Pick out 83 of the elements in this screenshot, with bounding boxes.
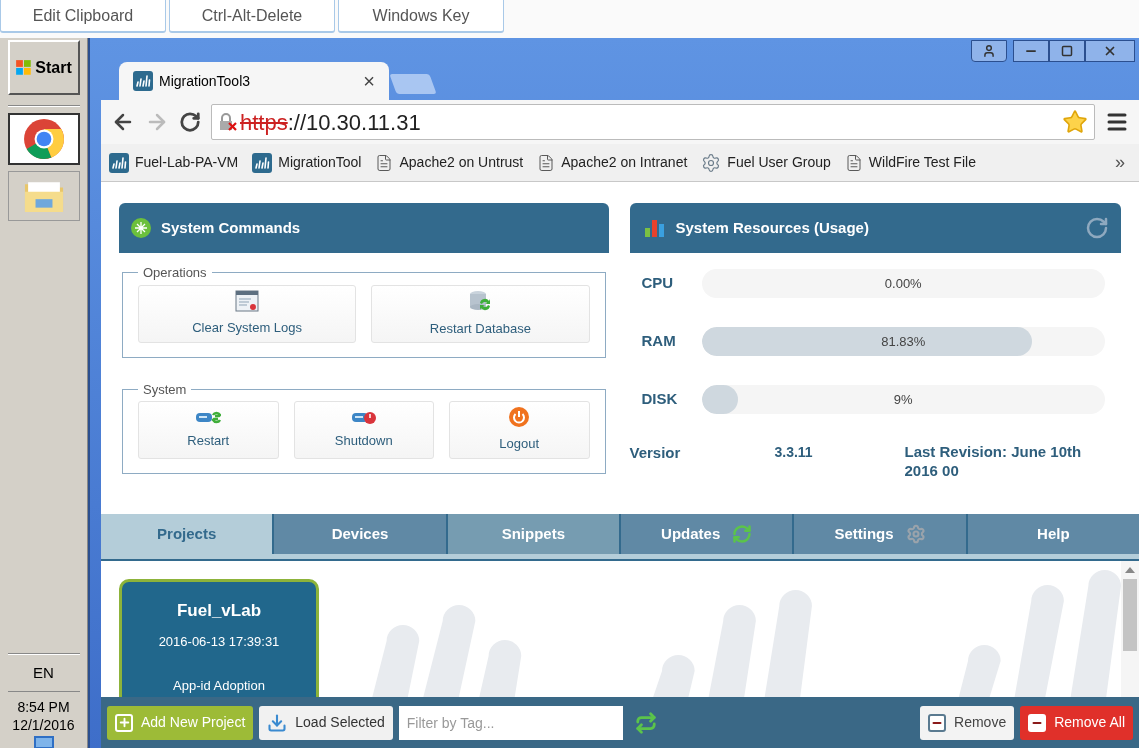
page-icon (375, 153, 394, 172)
project-card[interactable]: Fuel_vLab 2016-06-13 17:39:31 App-id Adoption (119, 579, 319, 697)
command-button[interactable]: Restart Database (371, 284, 590, 343)
maximize-button[interactable] (1049, 40, 1085, 62)
bookmark-item[interactable]: Fuel User Group (701, 152, 831, 173)
panel-title: System Commands (161, 217, 301, 238)
url-text: https://10.30.11.31 (240, 108, 421, 137)
app-logo-icon (109, 152, 129, 173)
project-tag: App-id Adoption (173, 676, 265, 696)
meter-label: CPU (641, 273, 675, 294)
browser-logo-icon (22, 118, 65, 160)
profile-button[interactable] (971, 40, 1007, 62)
page-icon (844, 153, 863, 172)
bookmark-item[interactable]: WildFire Test File (844, 152, 976, 173)
bookmark-item[interactable]: Fuel-Lab-PA-VM (109, 152, 239, 173)
tab-close-button[interactable]: × (363, 71, 375, 91)
close-icon (1103, 44, 1117, 58)
toolbar-tab[interactable]: Ctrl-Alt-Delete (169, 0, 335, 33)
windows-logo-icon (15, 58, 34, 77)
bookmark-item[interactable]: MigrationTool (252, 152, 362, 173)
scrollbar[interactable] (1121, 561, 1139, 697)
bookmark-item[interactable]: Apache2 on Untrust (375, 152, 524, 173)
app-logo-icon (252, 152, 273, 173)
meter-reading: 81.83% (880, 332, 927, 351)
bar-chart-icon (643, 218, 666, 238)
toolbar-tab[interactable]: Windows Key (338, 0, 504, 33)
power-icon (508, 406, 531, 429)
command-button[interactable]: Clear System Logs (138, 284, 357, 343)
download-icon (267, 712, 288, 733)
reload-button[interactable] (179, 111, 201, 133)
clock-date: 12/1/2016 (12, 716, 75, 734)
meter-reading: 0.00% (883, 274, 923, 293)
person-icon (982, 44, 996, 58)
monitor-icon (33, 736, 54, 748)
page-icon (537, 153, 556, 172)
gear-icon (905, 524, 926, 544)
group-legend: Operations (138, 263, 212, 283)
gear-icon (701, 152, 722, 173)
sync-icon (732, 524, 753, 544)
meter-reading: 9% (892, 390, 914, 409)
plus-icon (117, 716, 131, 729)
load-selected-button[interactable]: Load Selected (259, 705, 393, 740)
clock-time: 8:54 PM (17, 698, 70, 716)
log-window-icon (235, 289, 260, 312)
scroll-up-arrow-icon[interactable] (1125, 567, 1135, 573)
panel-title: System Resources (Usage) (675, 217, 870, 238)
command-button[interactable]: Logout (449, 401, 590, 459)
chrome-taskbar-button[interactable] (7, 113, 80, 165)
project-date: 2016-06-13 17:39:31 (158, 632, 280, 651)
browser-tab[interactable]: MigrationTool3 × (119, 62, 389, 100)
server-sync-icon (195, 409, 222, 426)
last-revision: Last Revision: June 10th 2016 00 (904, 442, 1083, 480)
refresh-button[interactable] (1085, 216, 1109, 240)
maximize-icon (1061, 45, 1073, 57)
remove-all-button[interactable]: Remove All (1020, 705, 1133, 740)
more-bookmarks-button[interactable]: » (1115, 149, 1125, 176)
meter-label: DISK (641, 389, 679, 410)
toolbar-tab[interactable]: Edit Clipboard (0, 0, 166, 33)
version-label: Versior (629, 443, 682, 463)
meter-label: RAM (641, 331, 677, 352)
insecure-lock-icon (218, 112, 238, 132)
language-indicator[interactable]: EN (33, 655, 54, 691)
command-button[interactable]: Shutdown (293, 401, 434, 459)
bookmark-star-button[interactable] (1062, 109, 1088, 135)
start-button[interactable]: Start (7, 40, 80, 95)
nav-tab[interactable]: Projects (101, 514, 273, 554)
close-button[interactable] (1085, 40, 1135, 62)
minimize-button[interactable] (1013, 40, 1049, 62)
group-legend: System (138, 379, 192, 399)
address-bar[interactable]: https://10.30.11.31 (211, 104, 1095, 140)
command-button[interactable]: Restart (138, 401, 279, 459)
project-name: Fuel_vLab (176, 600, 262, 622)
sync-button[interactable] (634, 711, 657, 734)
remove-button[interactable]: Remove (920, 705, 1015, 740)
sparkle-icon (131, 218, 151, 238)
tab-title: MigrationTool3 (159, 71, 252, 91)
explorer-taskbar-button[interactable] (7, 171, 80, 221)
database-sync-icon (468, 288, 493, 313)
version-value: 3.3.11 (774, 443, 814, 462)
bookmark-item[interactable]: Apache2 on Intranet (537, 152, 688, 173)
app-logo-icon (133, 71, 153, 91)
server-power-icon (350, 409, 377, 426)
filter-field[interactable]: Filter by Tag... (398, 705, 623, 740)
